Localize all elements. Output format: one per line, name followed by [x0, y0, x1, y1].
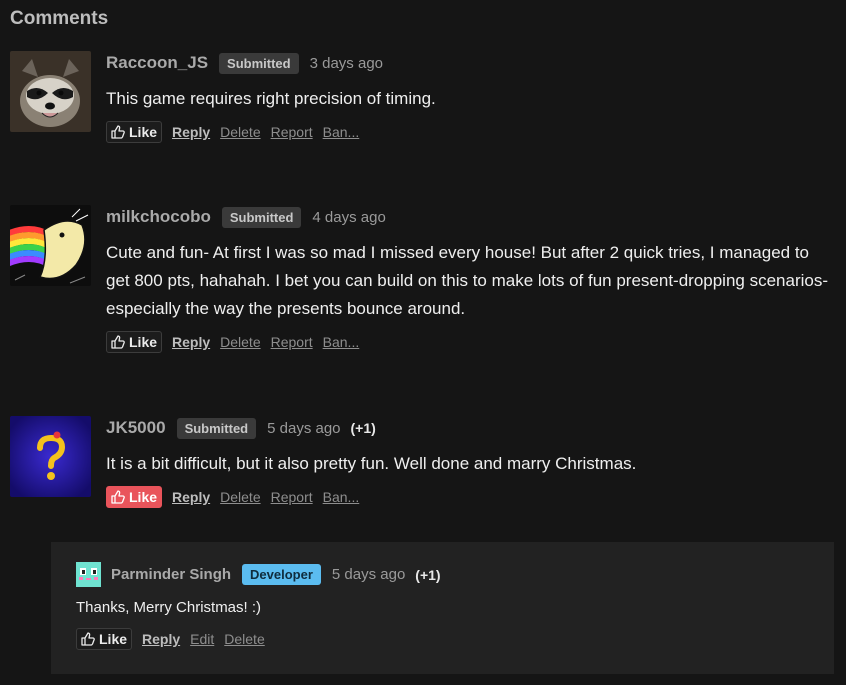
delete-link[interactable]: Delete [220, 489, 260, 505]
ban-link[interactable]: Ban... [323, 334, 360, 350]
report-link[interactable]: Report [271, 334, 313, 350]
avatar[interactable] [10, 205, 91, 286]
reply-link[interactable]: Reply [172, 124, 210, 140]
username[interactable]: milkchocobo [106, 207, 211, 227]
avatar[interactable] [10, 51, 91, 132]
delete-link[interactable]: Delete [224, 631, 264, 647]
like-button[interactable]: Like [106, 331, 163, 353]
thumbs-up-icon [81, 632, 95, 646]
timestamp[interactable]: 5 days ago [332, 566, 405, 583]
comment-text: It is a bit difficult, but it also prett… [106, 454, 637, 473]
username[interactable]: Parminder Singh [111, 566, 231, 583]
ban-link[interactable]: Ban... [323, 489, 360, 505]
score: (+1) [415, 566, 441, 583]
like-button[interactable]: Like [76, 628, 133, 650]
comment-text: Cute and fun- At first I was so mad I mi… [106, 243, 829, 318]
like-button[interactable]: Like [106, 486, 163, 508]
comment-text: This game requires right precision of ti… [106, 89, 436, 108]
like-label: Like [129, 124, 158, 140]
username[interactable]: JK5000 [106, 418, 166, 438]
section-title: Comments [10, 8, 109, 29]
like-button[interactable]: Like [106, 121, 163, 143]
score: (+1) [350, 420, 376, 436]
comments-section: Comments Raccoon_JS Submitted 3 days ago… [0, 0, 846, 685]
thumbs-up-icon [111, 335, 125, 349]
reply-link[interactable]: Reply [142, 631, 180, 647]
timestamp[interactable]: 3 days ago [310, 55, 383, 72]
username[interactable]: Raccoon_JS [106, 53, 208, 73]
reply-item: Parminder Singh Developer 5 days ago (+1… [51, 542, 834, 674]
developer-badge: Developer [242, 564, 321, 585]
report-link[interactable]: Report [271, 124, 313, 140]
status-badge: Submitted [176, 417, 257, 439]
edit-link[interactable]: Edit [190, 631, 214, 647]
like-label: Like [129, 489, 158, 505]
thumbs-up-icon [111, 125, 125, 139]
timestamp[interactable]: 5 days ago [267, 420, 340, 437]
delete-link[interactable]: Delete [220, 124, 260, 140]
ban-link[interactable]: Ban... [323, 124, 360, 140]
avatar[interactable] [10, 416, 91, 497]
like-label: Like [99, 631, 128, 647]
report-link[interactable]: Report [271, 489, 313, 505]
status-badge: Submitted [221, 206, 302, 228]
reply-link[interactable]: Reply [172, 334, 210, 350]
status-badge: Submitted [219, 52, 299, 74]
timestamp[interactable]: 4 days ago [312, 209, 385, 226]
reply-link[interactable]: Reply [172, 489, 210, 505]
thumbs-up-icon [111, 490, 125, 504]
delete-link[interactable]: Delete [220, 334, 260, 350]
like-label: Like [129, 334, 158, 350]
reply-text: Thanks, Merry Christmas! :) [76, 599, 262, 616]
